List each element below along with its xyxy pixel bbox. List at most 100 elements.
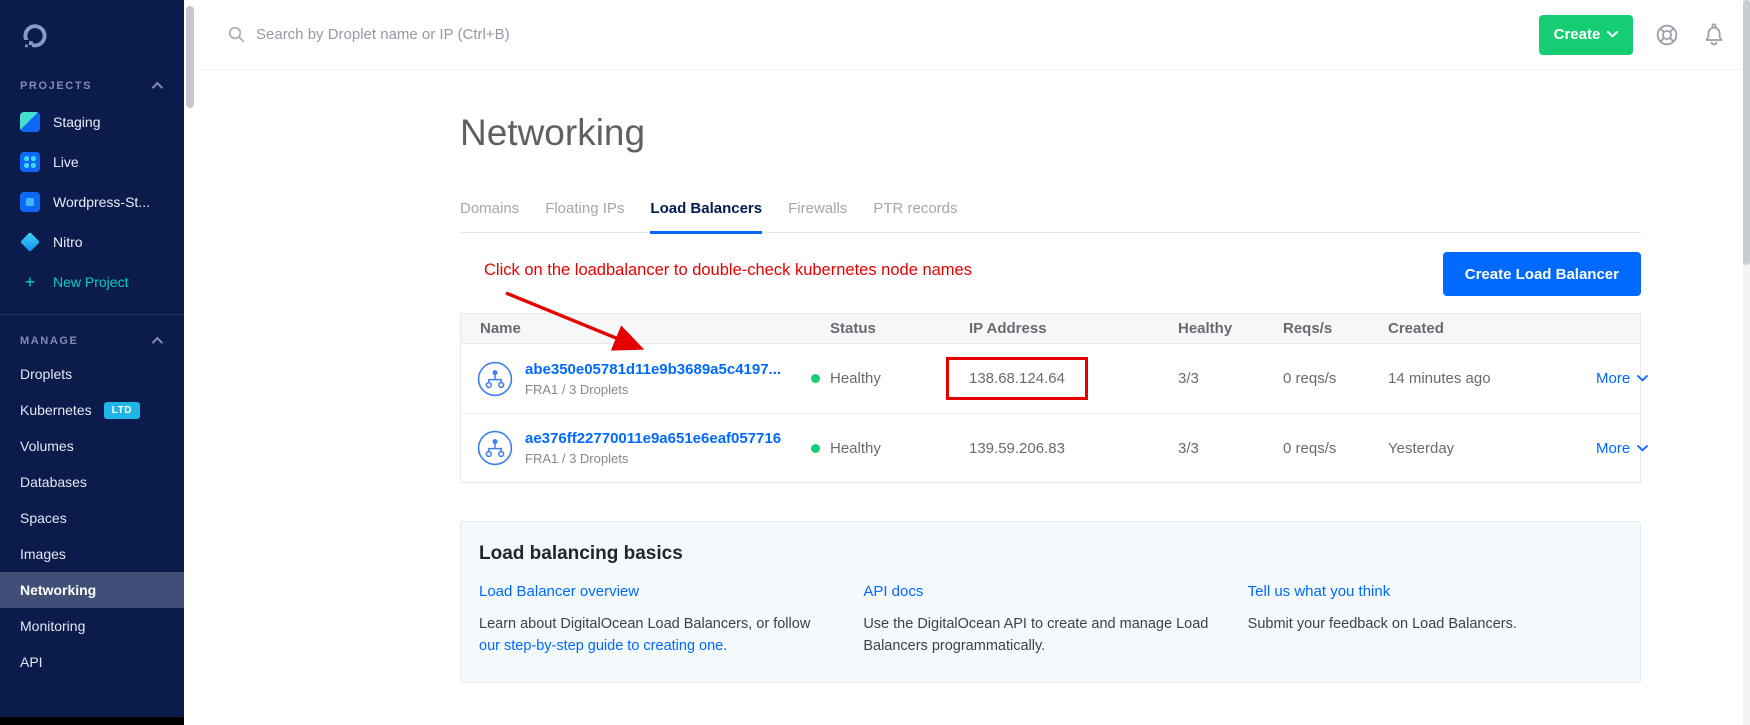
sidebar-item-kubernetes[interactable]: Kubernetes LTD bbox=[0, 392, 184, 428]
tab-load-balancers[interactable]: Load Balancers bbox=[650, 200, 762, 234]
status-text: Healthy bbox=[830, 440, 881, 457]
project-label: Nitro bbox=[53, 234, 83, 250]
api-docs-link[interactable]: API docs bbox=[863, 583, 923, 600]
tab-bar: Domains Floating IPs Load Balancers Fire… bbox=[460, 200, 1641, 233]
chevron-up-icon bbox=[152, 82, 163, 93]
created-time: 14 minutes ago bbox=[1388, 370, 1568, 387]
sidebar-item-volumes[interactable]: Volumes bbox=[0, 428, 184, 464]
sidebar-item-databases[interactable]: Databases bbox=[0, 464, 184, 500]
sidebar-item-wordpress[interactable]: Wordpress-St... bbox=[0, 182, 184, 222]
requests-per-second: 0 reqs/s bbox=[1283, 440, 1388, 457]
ip-address: 138.68.124.64 bbox=[969, 370, 1065, 387]
basics-column-overview: Load Balancer overview Learn about Digit… bbox=[479, 583, 853, 658]
created-time: Yesterday bbox=[1388, 440, 1568, 457]
sidebar-item-spaces[interactable]: Spaces bbox=[0, 500, 184, 536]
help-lifebuoy-icon bbox=[1654, 22, 1680, 48]
basics-text: Use the DigitalOcean API to create and m… bbox=[863, 614, 1225, 658]
sidebar-item-live[interactable]: Live bbox=[0, 142, 184, 182]
column-header-ip: IP Address bbox=[949, 320, 1178, 337]
sidebar: PROJECTS Staging Live Wordpress-St... Ni… bbox=[0, 0, 184, 725]
sidebar-divider bbox=[0, 314, 184, 315]
tab-firewalls[interactable]: Firewalls bbox=[788, 200, 847, 234]
column-header-reqs: Reqs/s bbox=[1283, 320, 1388, 337]
sidebar-item-monitoring[interactable]: Monitoring bbox=[0, 608, 184, 644]
load-balancer-name-link[interactable]: abe350e05781d11e9b3689a5c4197... bbox=[525, 361, 781, 378]
create-load-balancer-button[interactable]: Create Load Balancer bbox=[1443, 252, 1641, 296]
more-menu-button[interactable]: More bbox=[1596, 440, 1648, 457]
manage-section-header[interactable]: MANAGE bbox=[0, 335, 184, 347]
tab-domains[interactable]: Domains bbox=[460, 200, 519, 234]
load-balancer-location: FRA1 / 3 Droplets bbox=[525, 382, 781, 397]
column-header-created: Created bbox=[1388, 320, 1568, 337]
projects-label: PROJECTS bbox=[20, 80, 92, 92]
project-staging-icon bbox=[20, 112, 40, 132]
new-project-label: New Project bbox=[53, 274, 128, 290]
digitalocean-logo-icon bbox=[20, 22, 50, 52]
sidebar-scrollbar-thumb[interactable] bbox=[186, 6, 194, 108]
load-balancer-overview-link[interactable]: Load Balancer overview bbox=[479, 583, 639, 600]
status-text: Healthy bbox=[830, 370, 881, 387]
table-header-row: Name Status IP Address Healthy Reqs/s Cr… bbox=[461, 314, 1640, 344]
sidebar-item-api[interactable]: API bbox=[0, 644, 184, 680]
topbar: Create bbox=[196, 0, 1743, 70]
step-by-step-guide-link[interactable]: our step-by-step guide to creating one. bbox=[479, 638, 727, 654]
window-scrollbar-thumb[interactable] bbox=[1743, 0, 1750, 265]
bell-icon bbox=[1701, 22, 1727, 48]
column-header-name: Name bbox=[461, 320, 811, 337]
ip-highlight-box: 138.68.124.64 bbox=[946, 357, 1088, 400]
ltd-badge: LTD bbox=[104, 402, 141, 419]
feedback-link[interactable]: Tell us what you think bbox=[1248, 583, 1391, 600]
tab-floating-ips[interactable]: Floating IPs bbox=[545, 200, 624, 234]
project-nitro-icon bbox=[20, 232, 40, 252]
project-label: Wordpress-St... bbox=[53, 194, 150, 210]
table-row[interactable]: ae376ff22770011e9a651e6eaf057716 FRA1 / … bbox=[461, 413, 1640, 482]
load-balancer-location: FRA1 / 3 Droplets bbox=[525, 451, 781, 466]
healthy-status-dot bbox=[811, 444, 820, 453]
load-balancer-toolbar: Click on the loadbalancer to double-chec… bbox=[460, 233, 1641, 313]
sidebar-item-staging[interactable]: Staging bbox=[0, 102, 184, 142]
requests-per-second: 0 reqs/s bbox=[1283, 370, 1388, 387]
chevron-down-icon bbox=[1637, 375, 1648, 382]
digitalocean-logo[interactable] bbox=[0, 0, 184, 57]
search-icon bbox=[228, 26, 245, 43]
project-label: Staging bbox=[53, 114, 100, 130]
project-live-icon bbox=[20, 152, 40, 172]
load-balancer-icon bbox=[477, 430, 513, 466]
sidebar-bottom-strip bbox=[0, 717, 184, 725]
projects-section-header[interactable]: PROJECTS bbox=[0, 80, 184, 92]
sidebar-item-droplets[interactable]: Droplets bbox=[0, 356, 184, 392]
column-header-status: Status bbox=[811, 320, 949, 337]
help-button[interactable] bbox=[1654, 22, 1680, 48]
plus-icon: + bbox=[20, 272, 40, 293]
create-button[interactable]: Create bbox=[1539, 15, 1633, 55]
chevron-down-icon bbox=[1607, 31, 1618, 38]
manage-list: Droplets Kubernetes LTD Volumes Database… bbox=[0, 356, 184, 680]
ip-address: 139.59.206.83 bbox=[949, 440, 1178, 457]
new-project-button[interactable]: + New Project bbox=[0, 262, 184, 302]
load-balancing-basics-panel: Load balancing basics Load Balancer over… bbox=[460, 521, 1641, 683]
window-scrollbar[interactable] bbox=[1743, 0, 1750, 725]
sidebar-item-networking[interactable]: Networking bbox=[0, 572, 184, 608]
basics-title: Load balancing basics bbox=[479, 543, 1622, 565]
load-balancer-name-link[interactable]: ae376ff22770011e9a651e6eaf057716 bbox=[525, 430, 781, 447]
chevron-up-icon bbox=[152, 337, 163, 348]
tab-ptr-records[interactable]: PTR records bbox=[873, 200, 957, 234]
healthy-status-dot bbox=[811, 374, 820, 383]
projects-list: Staging Live Wordpress-St... Nitro + New… bbox=[0, 102, 184, 302]
more-menu-button[interactable]: More bbox=[1596, 370, 1648, 387]
search-input[interactable] bbox=[256, 26, 796, 43]
basics-text: Submit your feedback on Load Balancers. bbox=[1248, 614, 1610, 636]
load-balancer-icon bbox=[477, 361, 513, 397]
page-title: Networking bbox=[460, 112, 1641, 154]
notifications-button[interactable] bbox=[1701, 22, 1727, 48]
main-content: Networking Domains Floating IPs Load Bal… bbox=[196, 70, 1743, 725]
sidebar-item-images[interactable]: Images bbox=[0, 536, 184, 572]
sidebar-item-nitro[interactable]: Nitro bbox=[0, 222, 184, 262]
table-row[interactable]: abe350e05781d11e9b3689a5c4197... FRA1 / … bbox=[461, 344, 1640, 413]
project-label: Live bbox=[53, 154, 79, 170]
project-wordpress-icon bbox=[20, 192, 40, 212]
load-balancers-table: Name Status IP Address Healthy Reqs/s Cr… bbox=[460, 313, 1641, 483]
column-header-healthy: Healthy bbox=[1178, 320, 1283, 337]
topbar-actions: Create bbox=[1539, 15, 1743, 55]
search-bar bbox=[196, 26, 1539, 43]
